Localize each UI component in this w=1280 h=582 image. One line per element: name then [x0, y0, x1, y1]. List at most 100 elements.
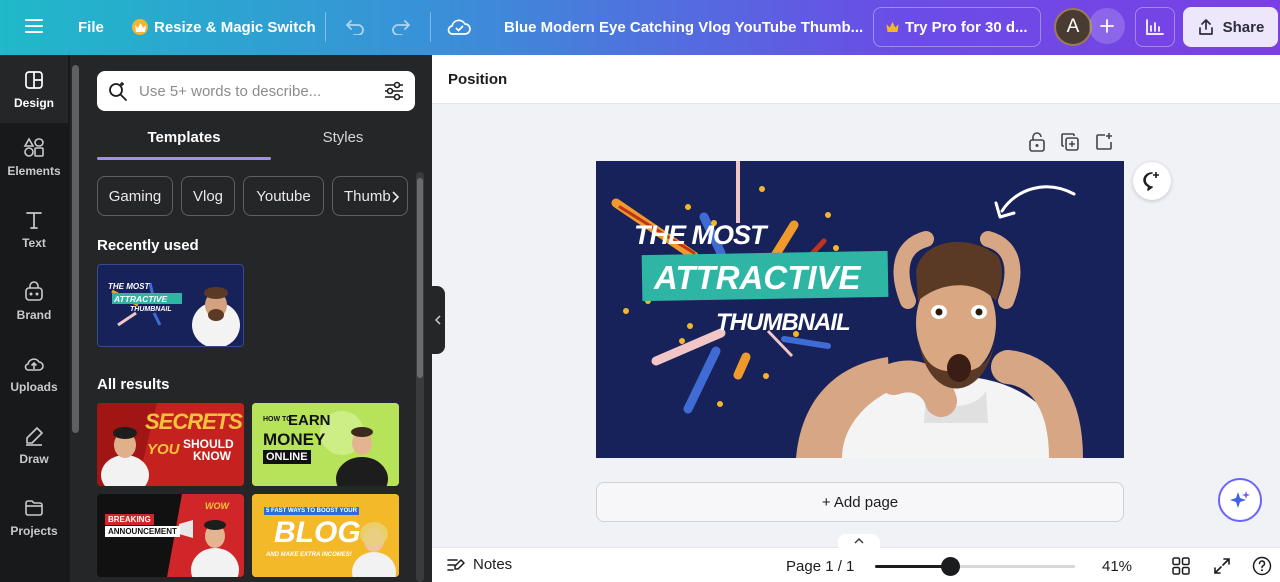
design-icon	[25, 70, 43, 89]
zoom-percentage[interactable]: 41%	[1102, 558, 1132, 575]
result-text: WOW	[205, 501, 229, 511]
chevron-up-icon	[854, 538, 864, 544]
template-result[interactable]: BREAKING ANNOUNCEMENT WOW	[97, 494, 244, 577]
canvas-heading-line-3[interactable]: THUMBNAIL	[716, 309, 851, 337]
try-pro-button[interactable]: Try Pro for 30 d...	[873, 7, 1041, 47]
thumb-line-2: ATTRACTIVE	[114, 294, 168, 304]
divider	[325, 12, 326, 42]
left-rail: Design Elements Text Brand Uploads Draw …	[0, 55, 70, 582]
share-icon	[1198, 19, 1213, 35]
tab-styles[interactable]: Styles	[256, 123, 430, 159]
rail-item-uploads[interactable]: Uploads	[0, 339, 68, 407]
rail-label: Brand	[16, 307, 52, 322]
avatar[interactable]: A	[1054, 8, 1092, 46]
document-title[interactable]: Blue Modern Eye Catching Vlog YouTube Th…	[496, 8, 871, 46]
cloud-saved-icon[interactable]	[444, 12, 474, 42]
rail-item-draw[interactable]: Draw	[0, 411, 68, 479]
elements-icon	[23, 136, 44, 157]
show-pages-button[interactable]	[838, 534, 880, 548]
undo-icon[interactable]	[340, 12, 370, 42]
insights-button[interactable]	[1135, 7, 1175, 47]
chip-label: Thumb	[344, 187, 391, 205]
chip-thumbnail[interactable]: Thumb	[332, 176, 408, 216]
chevron-left-icon	[435, 315, 441, 325]
try-pro-label: Try Pro for 30 d...	[905, 18, 1028, 36]
add-page-button[interactable]: + Add page	[596, 482, 1124, 522]
result-text: KNOW	[193, 449, 231, 463]
collapse-panel-button[interactable]	[431, 286, 445, 354]
zoom-slider-handle[interactable]	[941, 557, 960, 576]
uploads-icon	[24, 357, 44, 371]
lock-icon[interactable]	[1028, 132, 1046, 152]
add-collaborator-button[interactable]	[1089, 8, 1125, 44]
editor-context-bar: Position	[432, 55, 1280, 104]
menu-icon[interactable]	[18, 10, 50, 42]
template-search[interactable]: Use 5+ words to describe...	[97, 71, 415, 111]
redo-icon[interactable]	[386, 12, 416, 42]
resize-button[interactable]: Resize & Magic Switch	[124, 8, 324, 46]
file-label: File	[78, 18, 104, 36]
rail-label: Uploads	[10, 379, 58, 394]
tab-label: Templates	[147, 129, 221, 146]
magic-search-icon	[109, 82, 127, 101]
notes-button[interactable]: Notes	[447, 556, 512, 573]
rail-label: Text	[22, 235, 46, 250]
chip-gaming[interactable]: Gaming	[97, 176, 173, 216]
design-canvas[interactable]: THE MOST ATTRACTIVE THUMBNAIL	[596, 161, 1124, 458]
tab-templates[interactable]: Templates	[97, 123, 271, 159]
all-results-heading: All results	[97, 376, 170, 393]
recent-template-thumbnail[interactable]: THE MOST ATTRACTIVE THUMBNAIL	[97, 264, 244, 347]
template-result[interactable]: 5 FAST WAYS TO BOOST YOUR BLOG AND MAKE …	[252, 494, 399, 577]
share-label: Share	[1222, 18, 1265, 36]
search-input[interactable]: Use 5+ words to describe...	[139, 83, 373, 100]
document-title-text: Blue Modern Eye Catching Vlog YouTube Th…	[504, 18, 864, 36]
panel-scrollbar-thumb[interactable]	[417, 178, 423, 378]
rail-scrollbar[interactable]	[72, 65, 79, 433]
chip-label: Gaming	[108, 187, 162, 205]
file-menu[interactable]: File	[70, 8, 112, 46]
chip-label: Youtube	[256, 187, 311, 205]
bottom-bar	[432, 547, 1280, 582]
position-button[interactable]: Position	[448, 71, 507, 88]
thumb-line-3: THUMBNAIL	[130, 306, 172, 313]
avatar-initial: A	[1066, 16, 1080, 37]
share-button[interactable]: Share	[1183, 7, 1278, 47]
brand-icon	[25, 280, 43, 301]
canvas-heading-line-1[interactable]: THE MOST	[634, 220, 766, 251]
magic-assistant-button[interactable]	[1218, 478, 1262, 522]
zoom-slider-fill	[875, 565, 950, 568]
filter-icon[interactable]	[383, 81, 405, 101]
rail-label: Projects	[10, 523, 58, 538]
grid-view-icon[interactable]	[1172, 557, 1190, 580]
result-text: ONLINE	[263, 450, 311, 464]
template-result[interactable]: SECRETS YOU SHOULD KNOW	[97, 403, 244, 486]
rail-item-elements[interactable]: Elements	[0, 123, 68, 191]
text-icon	[26, 211, 42, 229]
chip-label: Vlog	[192, 187, 224, 205]
duplicate-page-icon[interactable]	[1060, 132, 1080, 152]
add-page-icon[interactable]	[1094, 132, 1114, 152]
crown-icon	[132, 19, 148, 35]
result-text: BLOG	[274, 516, 361, 549]
result-text: AND MAKE EXTRA INCOMES!	[266, 552, 352, 558]
fullscreen-icon[interactable]	[1213, 557, 1231, 580]
chip-youtube[interactable]: Youtube	[243, 176, 324, 216]
rail-item-text[interactable]: Text	[0, 195, 68, 263]
chevron-right-icon[interactable]	[391, 191, 401, 203]
rail-item-design[interactable]: Design	[0, 55, 68, 123]
thumb-line-1: THE MOST	[108, 282, 150, 291]
rail-item-projects[interactable]: Projects	[0, 483, 68, 551]
crown-icon	[886, 19, 899, 36]
help-icon[interactable]	[1252, 556, 1272, 581]
rail-item-brand[interactable]: Brand	[0, 267, 68, 335]
result-text: MONEY	[263, 430, 326, 449]
canvas-heading-line-2[interactable]: ATTRACTIVE	[654, 259, 861, 297]
template-result[interactable]: HOW TO EARN MONEY ONLINE	[252, 403, 399, 486]
tab-label: Styles	[322, 129, 364, 146]
projects-icon	[25, 499, 43, 516]
notes-label: Notes	[473, 556, 513, 573]
page-indicator[interactable]: Page 1 / 1	[786, 558, 854, 575]
add-comment-button[interactable]	[1133, 162, 1171, 200]
chip-vlog[interactable]: Vlog	[181, 176, 235, 216]
canvas-art	[596, 161, 1124, 458]
